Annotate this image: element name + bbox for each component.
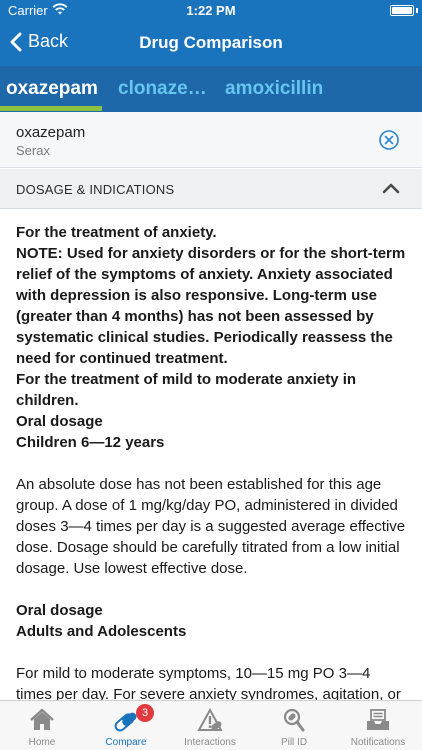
battery-tip (416, 8, 418, 13)
tabbar-interactions[interactable]: Interactions (168, 701, 252, 750)
tabbar-pill-id[interactable]: Pill ID (252, 701, 336, 750)
route-heading: Oral dosage (16, 602, 103, 619)
navigation-bar: Back Drug Comparison (0, 20, 422, 66)
indication-note: NOTE: Used for anxiety disorders or for … (16, 245, 406, 367)
bottom-tab-bar: Home 3 Compare Interactions Pill ID Noti… (0, 700, 422, 750)
app-header: Carrier 1:22 PM Back Drug Comparison (0, 0, 422, 66)
home-icon (30, 708, 54, 730)
section-title: DOSAGE & INDICATIONS (16, 182, 175, 197)
tabbar-label: Pill ID (280, 737, 308, 748)
indication-line: For the treatment of anxiety. (16, 224, 217, 241)
tabbar-label: Notifications (350, 737, 406, 748)
dosage-paragraph: For mild to moderate symptoms, 10—15 mg … (16, 665, 401, 700)
battery-icon (390, 5, 414, 16)
compare-count-badge: 3 (136, 704, 154, 722)
dosage-content: For the treatment of anxiety. NOTE: Used… (0, 210, 422, 700)
population-heading: Adults and Adolescents (16, 623, 187, 640)
selected-drug-row: oxazepam Serax (0, 112, 422, 168)
pill-id-icon (283, 708, 305, 732)
interactions-icon (197, 707, 223, 731)
indication-line: For the treatment of mild to moderate an… (16, 371, 357, 409)
status-time: 1:22 PM (186, 3, 236, 18)
page-title: Drug Comparison (139, 33, 283, 52)
tabbar-label: Home (28, 737, 56, 748)
route-heading: Oral dosage (16, 413, 103, 430)
dosage-section-header[interactable]: DOSAGE & INDICATIONS (0, 169, 422, 209)
tabbar-label: Interactions (184, 737, 236, 748)
status-bar: Carrier 1:22 PM (0, 0, 422, 20)
tab-oxazepam[interactable]: oxazepam (6, 78, 98, 100)
population-heading: Children 6—12 years (16, 434, 165, 451)
active-tab-indicator (0, 106, 102, 111)
tabbar-home[interactable]: Home (0, 701, 84, 750)
chevron-up-icon (382, 183, 400, 194)
notifications-icon (367, 709, 389, 730)
dosage-paragraph: An absolute dose has not been establishe… (16, 476, 406, 577)
tab-clonazepam[interactable]: clonaze… (118, 78, 207, 100)
tabbar-compare[interactable]: 3 Compare (84, 701, 168, 750)
tabbar-notifications[interactable]: Notifications (336, 701, 420, 750)
drug-brand-name: Serax (16, 143, 50, 158)
tabbar-label: Compare (105, 737, 147, 748)
remove-drug-button[interactable] (378, 129, 400, 151)
drug-name: oxazepam (16, 124, 86, 141)
tab-amoxicillin[interactable]: amoxicillin (225, 78, 323, 100)
